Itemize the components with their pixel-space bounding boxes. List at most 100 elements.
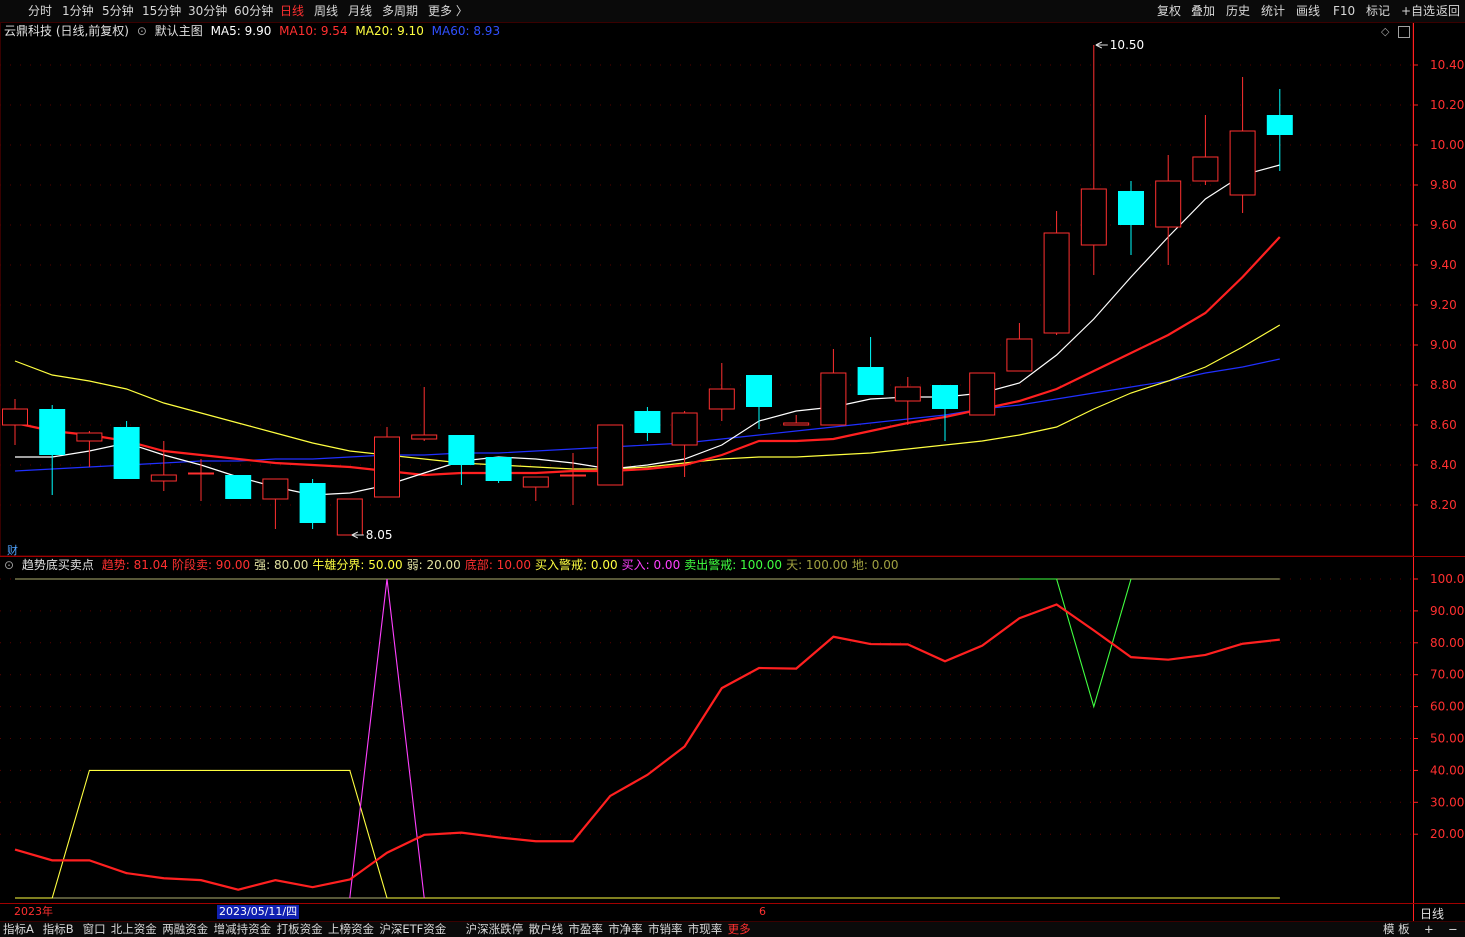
bottom-tab-14[interactable]: 市现率 <box>688 922 723 937</box>
period-tab-3[interactable]: 15分钟 <box>142 3 181 19</box>
toolbar-button-5[interactable]: F10 <box>1333 3 1355 19</box>
toolbar-button-8[interactable]: 返回 <box>1436 3 1460 19</box>
main-panel-border <box>0 21 1414 557</box>
indicator-axis: 20.00 30.00 40.00 50.00 60.00 70.00 80.00 90.00… <box>1413 572 1465 841</box>
window-icon[interactable] <box>1398 26 1410 38</box>
period-tab-6[interactable]: 日线 <box>280 3 304 19</box>
price-tick-label-6: 9.40 <box>1430 258 1457 272</box>
indicator-name[interactable]: 趋势底买卖点 <box>22 558 94 572</box>
toolbar-button-4[interactable]: 画线 <box>1296 3 1320 19</box>
candle-14 <box>522 476 549 501</box>
candle-12 <box>448 435 475 485</box>
chart-canvas[interactable]: 8.20 8.40 8.60 8.80 9.00 9.20 9.40 9.60 9.80 10.0… <box>0 0 1465 921</box>
template-label[interactable]: 默认主图 <box>155 24 203 38</box>
bottom-tab-1[interactable]: 指标B <box>43 922 74 937</box>
candle-6 <box>225 475 252 499</box>
indicator-settings-icon[interactable]: ⊙ <box>4 558 14 572</box>
ma20-line <box>14 324 1281 470</box>
candle-body-15 <box>560 474 586 477</box>
price-tick-label-1: 8.40 <box>1430 458 1457 472</box>
candle-0 <box>2 399 28 445</box>
bottom-tab-13[interactable]: 市销率 <box>648 922 683 937</box>
bottom-tab-15[interactable]: 更多 <box>728 922 751 937</box>
bottom-tab-6[interactable]: 打板资金 <box>277 922 323 937</box>
candle-29 <box>1080 45 1107 275</box>
toolbar-button-2[interactable]: 历史 <box>1226 3 1250 19</box>
bottom-tab-3[interactable]: 北上资金 <box>111 922 157 937</box>
period-tab-4[interactable]: 30分钟 <box>188 3 227 19</box>
period-tab-5[interactable]: 60分钟 <box>234 3 273 19</box>
candle-body-31 <box>1155 180 1182 228</box>
price-tick-label-0: 8.20 <box>1430 498 1457 512</box>
cursor-date: 2023/05/11/四 <box>217 905 300 919</box>
indicator-tick-label-3: 50.00 <box>1430 732 1464 746</box>
bottom-tab-2[interactable]: 窗口 <box>83 922 106 937</box>
indicator-info: ⊙ 趋势底买卖点 趋势: 81.04 阶段卖: 90.00 强: 80.00 牛雄分界… <box>0 556 907 574</box>
price-tick-label-10: 10.20 <box>1430 98 1464 112</box>
annotation-label-0: 10.50 <box>1110 38 1144 52</box>
bottom-tab-4[interactable]: 两融资金 <box>162 922 208 937</box>
candle-17 <box>634 407 661 441</box>
toolbar-button-1[interactable]: 叠加 <box>1191 3 1215 19</box>
candle-body-24 <box>894 386 921 402</box>
candle-body-3 <box>113 427 140 479</box>
indicator-value-10: 地: 0.00 <box>851 558 899 572</box>
period-tab-2[interactable]: 5分钟 <box>102 3 134 19</box>
price-tick-label-3: 8.80 <box>1430 378 1457 392</box>
candle-body-14 <box>522 476 549 488</box>
bottom-tab-5[interactable]: 增减持资金 <box>214 922 272 937</box>
indicator-value-9: 天: 100.00 <box>786 558 848 572</box>
bottom-tab-7[interactable]: 上榜资金 <box>328 922 374 937</box>
price-tick-label-7: 9.60 <box>1430 218 1457 232</box>
period-tab-7[interactable]: 周线 <box>314 3 338 19</box>
indicator-series-1-seg-0 <box>1019 578 1132 709</box>
ma10-label: MA10: 9.54 <box>279 24 348 38</box>
period-tab-8[interactable]: 月线 <box>348 3 372 19</box>
diamond-icon[interactable]: ◇ <box>1381 25 1389 38</box>
bottom-control-0[interactable]: 模 板 <box>1383 922 1410 937</box>
candle-body-19 <box>708 388 735 410</box>
bottom-control-1[interactable]: + <box>1424 922 1434 937</box>
indicator-value-3: 牛雄分界: 50.00 <box>312 558 403 572</box>
period-tab-1[interactable]: 1分钟 <box>62 3 94 19</box>
candle-30 <box>1118 181 1144 255</box>
candle-20 <box>746 375 772 429</box>
toolbar-button-3[interactable]: 统计 <box>1261 3 1285 19</box>
bottom-tab-11[interactable]: 市盈率 <box>568 922 603 937</box>
bottom-tab-8[interactable]: 沪深ETF资金 <box>379 922 446 937</box>
indicator-value-0: 趋势: 81.04 <box>101 558 168 572</box>
bottom-tab-0[interactable]: 指标A <box>3 922 34 937</box>
bottom-tabs: 指标A 指标B 窗口 北上资金 两融资金 增减持资金 打板资金 上榜资金 沪深ETF资金 沪深涨跌… <box>0 921 1465 937</box>
indicator-tick-label-4: 60.00 <box>1430 700 1464 714</box>
indicator-value-5: 底部: 10.00 <box>464 558 532 572</box>
price-tick-label-2: 8.60 <box>1430 418 1457 432</box>
candle-body-8 <box>299 483 326 523</box>
period-tab-10[interactable]: 更多 〉 <box>428 3 468 19</box>
indicator-value-8: 卖出警戒: 100.00 <box>684 558 783 572</box>
bottom-control-2[interactable]: − <box>1448 922 1458 937</box>
toolbar-button-7[interactable]: +自选 <box>1401 3 1435 19</box>
ma60-label: MA60: 8.93 <box>431 24 501 38</box>
candle-body-20 <box>746 375 772 407</box>
period-tab-9[interactable]: 多周期 <box>382 3 418 19</box>
settings-icon[interactable]: ⊙ <box>137 24 147 38</box>
candle-32 <box>1192 115 1219 185</box>
price-tick-label-8: 9.80 <box>1430 178 1457 192</box>
indicator-value-1: 阶段卖: 90.00 <box>171 558 251 572</box>
candle-26 <box>969 372 996 416</box>
candle-body-0 <box>2 408 28 426</box>
top-toolbar: 分时 1分钟 5分钟 15分钟 30分钟 60分钟 日线 周线 月线 多周期 更多 〉 复权 叠加 历史… <box>0 0 1465 23</box>
bottom-tab-12[interactable]: 市净率 <box>608 922 643 937</box>
bottom-tab-10[interactable]: 散户线 <box>529 922 564 937</box>
candle-27 <box>1006 323 1033 372</box>
candle-body-17 <box>634 411 661 433</box>
period-tab-0[interactable]: 分时 <box>28 3 52 19</box>
candle-body-4 <box>150 474 177 482</box>
toolbar-button-0[interactable]: 复权 <box>1157 3 1181 19</box>
indicator-value-6: 买入警戒: 0.00 <box>535 558 618 572</box>
indicator-series-0-seg-0 <box>14 603 1280 891</box>
candle-1 <box>39 405 66 495</box>
annotation-arrow-0 <box>1095 41 1108 49</box>
bottom-tab-9[interactable]: 沪深涨跌停 <box>466 922 524 937</box>
toolbar-button-6[interactable]: 标记 <box>1366 3 1390 19</box>
